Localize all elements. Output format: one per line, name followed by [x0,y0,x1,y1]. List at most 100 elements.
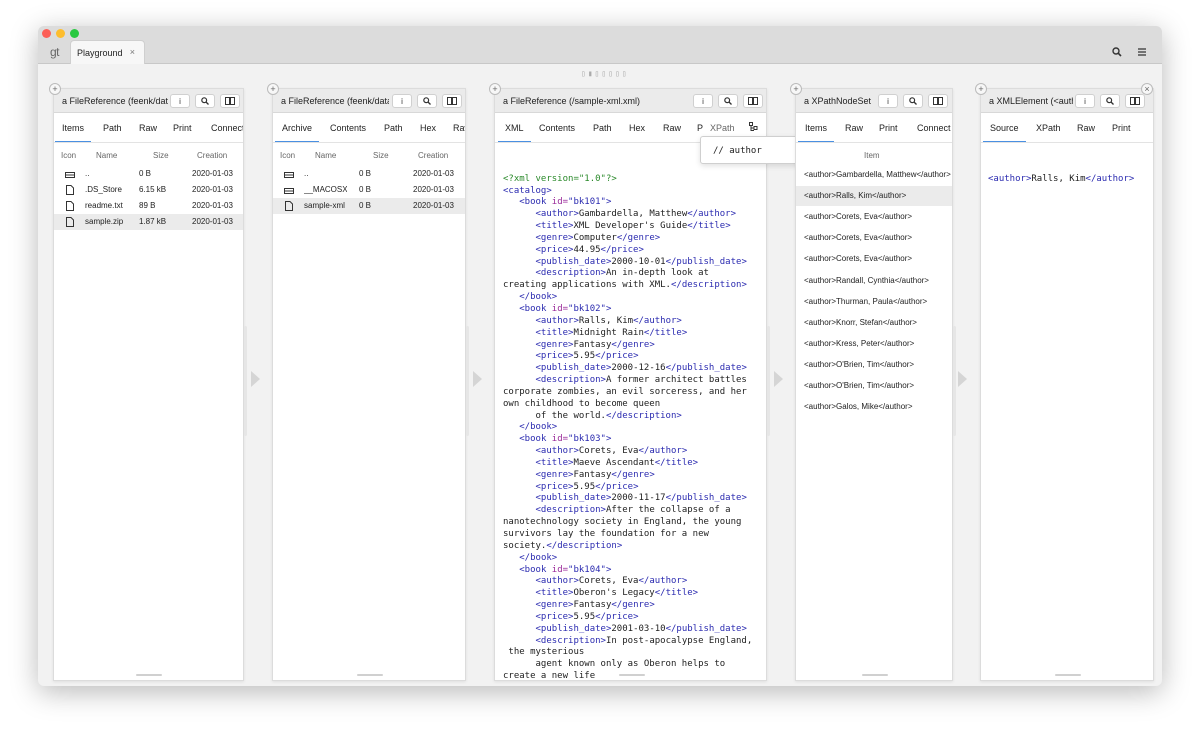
tab-path[interactable]: Path [593,123,612,133]
search-button[interactable] [417,94,437,108]
tab-path[interactable]: Path [384,123,403,133]
add-pane-icon[interactable]: + [790,83,802,95]
element-lines: <author>Ralls, Kim</author> [988,174,1153,186]
book-button[interactable] [1125,94,1145,108]
list-item[interactable]: <author>Corets, Eva</author> [796,249,952,269]
search-button[interactable] [718,94,738,108]
table-row[interactable]: .. 0 B 2020-01-03 [54,166,243,182]
pane-divider[interactable] [953,326,956,436]
inspect-button[interactable]: i [392,94,412,108]
table-row-selected[interactable]: sample.zip 1.87 kB 2020-01-03 [54,214,243,230]
tab-print[interactable]: Print [173,123,192,133]
list-item[interactable]: <author>Corets, Eva</author> [796,207,952,227]
column-header-size[interactable]: Size [373,151,389,160]
add-pane-icon[interactable]: + [267,83,279,95]
table-row[interactable]: .. 0 B 2020-01-03 [273,166,465,182]
pane-divider[interactable] [767,326,770,436]
tab-xpath[interactable]: XPath [1036,123,1061,133]
close-window-button[interactable] [42,29,51,38]
list-item[interactable]: <author>Knorr, Stefan</author> [796,313,952,333]
tab-raw[interactable]: Raw [663,123,681,133]
inspect-button[interactable]: i [693,94,713,108]
table-row-selected[interactable]: sample-xml 0 B 2020-01-03 [273,198,465,214]
list-item[interactable]: <author>Kress, Peter</author> [796,334,952,354]
add-pane-icon[interactable]: + [975,83,987,95]
list-item[interactable]: <author>Randall, Cynthia</author> [796,271,952,291]
add-pane-icon[interactable]: + [489,83,501,95]
view-tabs: Items Path Raw Print Connect [54,113,243,143]
tab-hex[interactable]: Hex [629,123,645,133]
column-header-name[interactable]: Name [96,151,117,160]
table-row[interactable]: readme.txt 89 B 2020-01-03 [54,198,243,214]
tab-contents[interactable]: Contents [539,123,575,133]
list-item[interactable]: <author>Galos, Mike</author> [796,397,952,417]
inspect-button[interactable]: i [1075,94,1095,108]
close-pane-icon[interactable]: × [1141,83,1153,95]
tab-playground[interactable]: Playground × [70,40,145,64]
tab-close-icon[interactable]: × [130,47,135,57]
xml-source-view[interactable]: <?xml version="1.0"?> <catalog> <book id=… [503,150,765,680]
book-button[interactable] [442,94,462,108]
book-button[interactable] [928,94,948,108]
pane-divider[interactable] [244,326,247,436]
element-source-view[interactable]: <author>Ralls, Kim</author> [988,150,1153,209]
search-button[interactable] [1100,94,1120,108]
xpath-query-input[interactable]: // author [713,146,762,156]
inspect-button[interactable]: i [878,94,898,108]
menu-icon[interactable] [1138,48,1146,56]
book-button[interactable] [743,94,763,108]
tab-items[interactable]: Items [54,123,92,142]
tab-connect[interactable]: Connect [917,123,951,133]
column-header-name[interactable]: Name [315,151,336,160]
list-item[interactable]: <author>Thurman, Paula</author> [796,292,952,312]
column-header-item[interactable]: Item [864,151,880,160]
column-header-creation[interactable]: Creation [197,151,227,160]
column-header-creation[interactable]: Creation [418,151,448,160]
tab-print[interactable]: Print [879,123,898,133]
tab-raw[interactable]: Raw [453,123,465,133]
column-header-icon[interactable]: Icon [280,151,295,160]
list-item[interactable]: <author>O'Brien, Tim</author> [796,376,952,396]
pane-scroller[interactable]: ▯▮▯▯▯▯▯ [581,69,629,78]
tab-items[interactable]: Items [797,123,835,142]
resize-handle[interactable] [862,674,888,676]
tab-xml[interactable]: XML [498,123,530,142]
xml-line: <genre>Fantasy</genre> [535,339,655,350]
table-row[interactable]: .DS_Store 6.15 kB 2020-01-03 [54,182,243,198]
tab-connect[interactable]: Connect [211,123,243,133]
table-row[interactable]: __MACOSX 0 B 2020-01-03 [273,182,465,198]
tab-archive[interactable]: Archive [274,123,320,142]
minimize-window-button[interactable] [56,29,65,38]
resize-handle[interactable] [619,674,645,676]
inspect-button[interactable]: i [170,94,190,108]
list-item[interactable]: <author>Corets, Eva</author> [796,228,952,248]
tab-raw[interactable]: Raw [139,123,157,133]
pane-divider[interactable] [466,326,469,436]
tab-print[interactable]: P [697,123,703,133]
tab-xpath[interactable]: XPath [710,123,735,133]
file-icon [66,201,74,211]
column-header-icon[interactable]: Icon [61,151,76,160]
list-item-selected[interactable]: <author>Ralls, Kim</author> [796,186,952,207]
resize-handle[interactable] [136,674,162,676]
xml-line: survivors lay the foundation for a new [503,529,709,539]
search-button[interactable] [903,94,923,108]
search-icon[interactable] [1112,47,1122,57]
list-item[interactable]: <author>O'Brien, Tim</author> [796,355,952,375]
column-header-size[interactable]: Size [153,151,169,160]
tree-icon[interactable] [749,122,758,132]
tab-path[interactable]: Path [103,123,122,133]
search-button[interactable] [195,94,215,108]
book-button[interactable] [220,94,240,108]
tab-print[interactable]: Print [1112,123,1131,133]
tab-contents[interactable]: Contents [330,123,366,133]
resize-handle[interactable] [357,674,383,676]
tab-raw[interactable]: Raw [845,123,863,133]
zoom-window-button[interactable] [70,29,79,38]
tab-source[interactable]: Source [983,123,1025,142]
resize-handle[interactable] [1055,674,1081,676]
add-pane-icon[interactable]: + [49,83,61,95]
tab-raw[interactable]: Raw [1077,123,1095,133]
list-item[interactable]: <author>Gambardella, Matthew</author> [796,165,952,185]
tab-hex[interactable]: Hex [420,123,436,133]
